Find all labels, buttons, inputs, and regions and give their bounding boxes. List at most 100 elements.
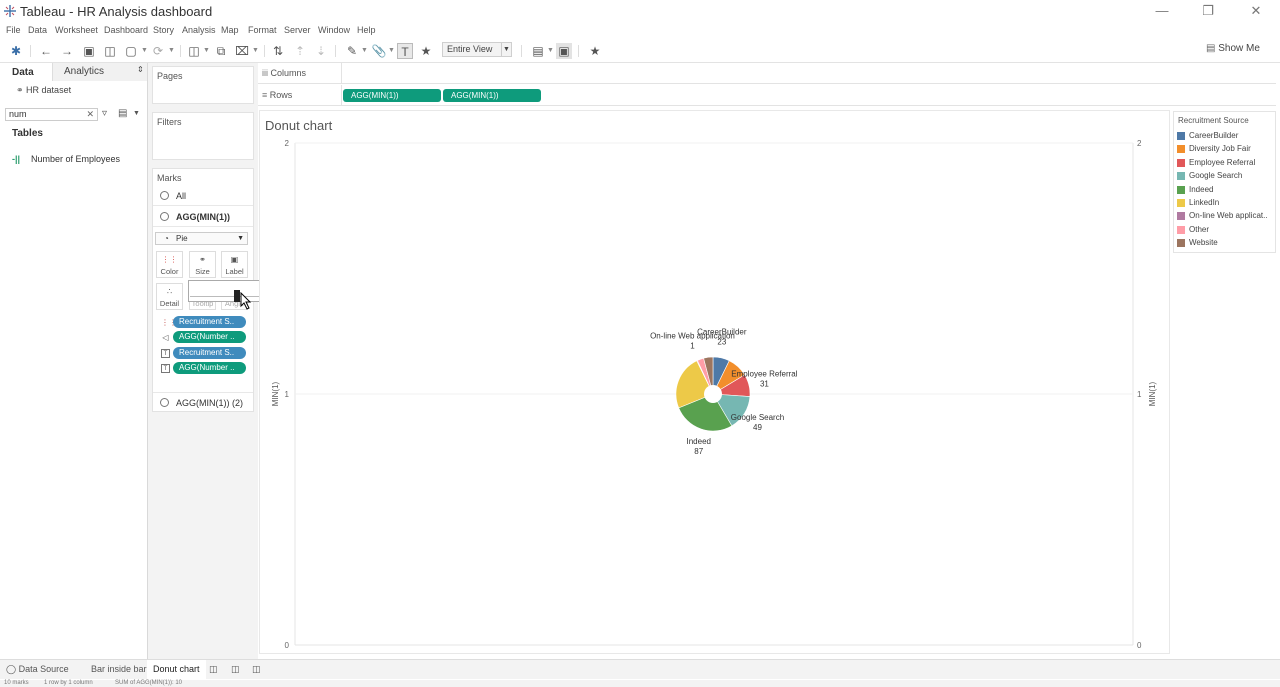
group-members-icon[interactable]: 📎 (371, 43, 387, 59)
filters-shelf[interactable]: Filters (152, 112, 254, 160)
color-button[interactable]: ⋮⋮ Color (156, 251, 183, 278)
filter-icon[interactable]: ▿ (102, 108, 107, 119)
y-tick-left: 0 (285, 641, 290, 650)
legend-item[interactable]: LinkedIn (1177, 197, 1277, 209)
new-story-icon[interactable]: ◫ (246, 660, 267, 679)
share-icon[interactable]: ★ (587, 43, 603, 59)
pages-shelf[interactable]: Pages (152, 66, 254, 104)
legend-item[interactable]: Indeed (1177, 184, 1277, 196)
detail-button[interactable]: ∴ Detail (156, 283, 183, 310)
menu-story[interactable]: Story (153, 25, 174, 35)
size-button[interactable]: ⚭ Size (189, 251, 216, 278)
pause-updates-icon[interactable]: ▢ (123, 43, 139, 59)
save-icon[interactable]: ▣ (81, 43, 97, 59)
highlight-icon[interactable]: ✎ (344, 43, 360, 59)
chevron-down-icon[interactable]: ▼ (501, 43, 511, 56)
legend-item[interactable]: Diversity Job Fair (1177, 143, 1277, 155)
tab-bar-inside-bar[interactable]: Bar inside bar (85, 660, 153, 679)
label-button[interactable]: ▣ Label (221, 251, 248, 278)
chevron-down-icon[interactable]: ▼ (203, 43, 210, 59)
show-me-icon: ▤ (1206, 43, 1219, 54)
redo-icon[interactable]: → (59, 43, 75, 59)
sort-ascending-icon[interactable]: ⇡ (292, 43, 308, 59)
chevron-down-icon[interactable]: ▼ (388, 43, 395, 59)
columns-shelf[interactable]: iii Columns (258, 63, 1276, 84)
chevron-down-icon[interactable]: ▼ (252, 43, 259, 59)
marks-layer-2-tab[interactable]: AGG(MIN(1)) (2) (153, 392, 253, 412)
mark-type-select[interactable]: ◔ Pie ▼ (155, 232, 248, 245)
menu-format[interactable]: Format (248, 25, 277, 35)
menu-dashboard[interactable]: Dashboard (104, 25, 148, 35)
rows-pill-1[interactable]: AGG(MIN(1)) (343, 89, 441, 102)
chevron-down-icon[interactable]: ▼ (133, 110, 140, 117)
new-worksheet-icon[interactable]: ◫ (186, 43, 202, 59)
legend-item[interactable]: Website (1177, 237, 1277, 249)
marks-all-tab[interactable]: All (153, 186, 253, 206)
restore-icon[interactable]: ❐ (1188, 2, 1228, 20)
show-me-button[interactable]: ▤ Show Me (1206, 43, 1260, 54)
undo-icon[interactable]: ← (38, 43, 54, 59)
search-input[interactable]: num ✕ (5, 108, 98, 121)
tableau-home-icon[interactable]: ✱ (8, 43, 24, 59)
slice-label-name: On-line Web application (650, 332, 735, 341)
chevron-down-icon[interactable]: ▼ (141, 43, 148, 59)
menu-server[interactable]: Server (284, 25, 311, 35)
new-dashboard-icon[interactable]: ◫ (225, 660, 246, 679)
detail-label: Detail (159, 299, 180, 308)
rows-pill-2[interactable]: AGG(MIN(1)) (443, 89, 541, 102)
menu-help[interactable]: Help (357, 25, 376, 35)
datasource-item[interactable]: ⚭ HR dataset (16, 85, 71, 96)
legend-item[interactable]: CareerBuilder (1177, 130, 1277, 142)
clear-sheet-icon[interactable]: ⌧ (234, 43, 250, 59)
color-legend: Recruitment Source CareerBuilder Diversit… (1173, 111, 1276, 253)
fix-axes-icon[interactable]: ★ (418, 43, 434, 59)
menu-window[interactable]: Window (318, 25, 350, 35)
legend-item[interactable]: Employee Referral (1177, 157, 1277, 169)
minimize-icon[interactable]: — (1142, 2, 1182, 20)
presentation-mode-icon[interactable]: ▣ (556, 43, 572, 59)
swap-rows-columns-icon[interactable]: ⇅ (270, 43, 286, 59)
mark-pill-label-dimension[interactable]: Recruitment S.. (173, 347, 246, 359)
refresh-icon[interactable]: ⟳ (150, 43, 166, 59)
chevron-down-icon[interactable]: ▼ (361, 43, 368, 59)
size-label: Size (195, 267, 210, 276)
menu-data[interactable]: Data (28, 25, 47, 35)
view-options-icon[interactable]: ▤ (118, 108, 127, 119)
legend-item[interactable]: Google Search (1177, 170, 1277, 182)
sort-descending-icon[interactable]: ⇣ (313, 43, 329, 59)
tab-analytics[interactable]: Analytics ⇕ (52, 63, 147, 81)
marks-title: Marks (157, 173, 182, 183)
duplicate-sheet-icon[interactable]: ⧉ (213, 43, 229, 59)
chevron-down-icon[interactable]: ▼ (547, 43, 554, 59)
fit-select[interactable]: Entire View ▼ (442, 42, 512, 57)
mark-pill-label-measure[interactable]: AGG(Number .. (173, 362, 246, 374)
menu-analysis[interactable]: Analysis (182, 25, 216, 35)
show-cards-icon[interactable]: ▤ (530, 43, 546, 59)
chevron-down-icon[interactable]: ▼ (168, 43, 175, 59)
legend-item[interactable]: On-line Web applicat.. (1177, 210, 1277, 222)
pane-menu-icon[interactable]: ⇕ (137, 65, 144, 74)
tab-data[interactable]: Data (0, 63, 52, 81)
rows-icon: ≡ (262, 90, 270, 100)
label-icon: T (161, 364, 170, 373)
toolbar-divider (578, 45, 579, 57)
new-worksheet-icon[interactable]: ◫ (203, 660, 224, 679)
clear-search-icon[interactable]: ✕ (86, 109, 94, 120)
color-label: Color (160, 267, 179, 276)
status-bar: 10 marks 1 row by 1 column SUM of AGG(MI… (0, 680, 1280, 687)
mouse-cursor-icon (240, 292, 252, 310)
tab-donut-chart[interactable]: Donut chart (147, 660, 206, 679)
tab-data-source[interactable]: ◯ Data Source (0, 660, 75, 679)
close-icon[interactable]: ✕ (1236, 2, 1276, 20)
marks-layer-1-tab[interactable]: AGG(MIN(1)) (153, 207, 253, 227)
menu-worksheet[interactable]: Worksheet (55, 25, 98, 35)
menu-file[interactable]: File (6, 25, 21, 35)
show-mark-labels-icon[interactable]: T (397, 43, 413, 59)
legend-item[interactable]: Other (1177, 224, 1277, 236)
mark-pill-color[interactable]: Recruitment S.. (173, 316, 246, 328)
mark-pill-angle[interactable]: AGG(Number .. (173, 331, 246, 343)
menu-map[interactable]: Map (221, 25, 239, 35)
new-datasource-icon[interactable]: ◫ (102, 43, 118, 59)
slice-label-value: 87 (694, 447, 703, 456)
field-number-of-employees[interactable]: Number of Employees (31, 154, 120, 164)
